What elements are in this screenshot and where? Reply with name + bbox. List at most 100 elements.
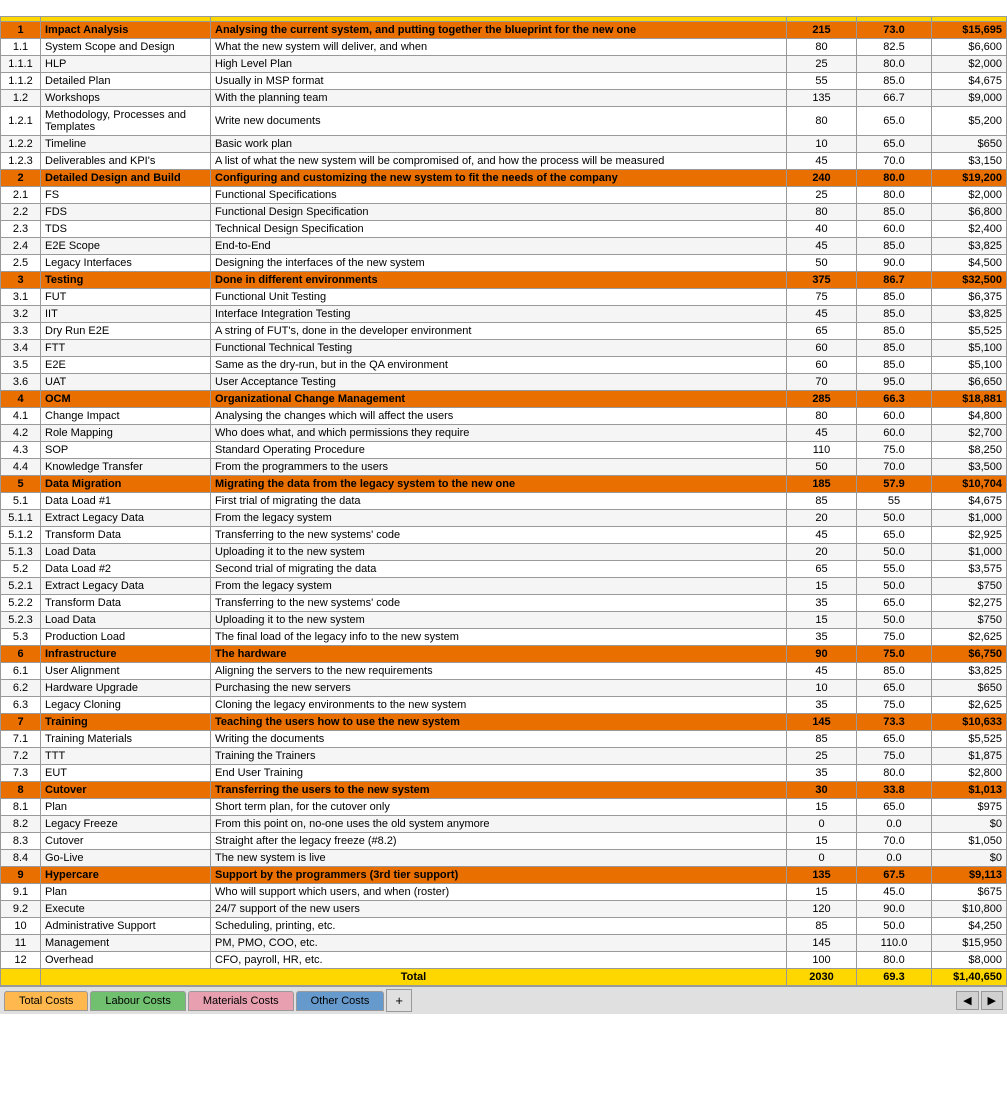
cell-cph: 85.0 (857, 73, 932, 90)
cell-desc: Analysing the changes which will affect … (211, 408, 787, 425)
cell-phase: Dry Run E2E (41, 323, 211, 340)
tab-labour-costs[interactable]: Labour Costs (90, 991, 185, 1011)
cell-hours: 70 (787, 374, 857, 391)
cell-desc: Functional Unit Testing (211, 289, 787, 306)
cell-desc: The hardware (211, 646, 787, 663)
cell-wbs: 7.1 (1, 731, 41, 748)
cell-cph: 60.0 (857, 221, 932, 238)
cell-wbs: 6.1 (1, 663, 41, 680)
tab-nav-right[interactable]: ▶ (981, 991, 1003, 1010)
cell-desc: Transferring to the new systems' code (211, 595, 787, 612)
cell-cph: 65.0 (857, 527, 932, 544)
cell-hours: 40 (787, 221, 857, 238)
cell-cph: 85.0 (857, 204, 932, 221)
cell-hours: 2030 (787, 969, 857, 986)
cell-phase: Legacy Freeze (41, 816, 211, 833)
cell-wbs: 7.3 (1, 765, 41, 782)
tab-nav: ◀ ▶ (956, 991, 1003, 1010)
cell-desc: Configuring and customizing the new syst… (211, 170, 787, 187)
cell-desc: Aligning the servers to the new requirem… (211, 663, 787, 680)
cell-total: $10,800 (932, 901, 1007, 918)
cell-cph: 65.0 (857, 680, 932, 697)
cell-wbs: 3.5 (1, 357, 41, 374)
cell-hours: 135 (787, 867, 857, 884)
cell-hours: 100 (787, 952, 857, 969)
cell-desc: Who will support which users, and when (… (211, 884, 787, 901)
cell-cph: 85.0 (857, 238, 932, 255)
cell-hours: 15 (787, 612, 857, 629)
cell-desc: PM, PMO, COO, etc. (211, 935, 787, 952)
cell-desc: Transferring to the new systems' code (211, 527, 787, 544)
cell-wbs: 1.1.2 (1, 73, 41, 90)
cell-phase: Methodology, Processes and Templates (41, 107, 211, 136)
cell-total: $15,695 (932, 22, 1007, 39)
tab-materials-costs[interactable]: Materials Costs (188, 991, 294, 1011)
cell-cph: 110.0 (857, 935, 932, 952)
tab-total-costs[interactable]: Total Costs (4, 991, 88, 1011)
cell-hours: 50 (787, 255, 857, 272)
cell-total: $6,600 (932, 39, 1007, 56)
cell-phase: Detailed Design and Build (41, 170, 211, 187)
cell-desc: Uploading it to the new system (211, 612, 787, 629)
cell-cph: 50.0 (857, 612, 932, 629)
cell-phase: Hypercare (41, 867, 211, 884)
cell-hours: 80 (787, 107, 857, 136)
cell-cph: 75.0 (857, 748, 932, 765)
cell-wbs: 9.2 (1, 901, 41, 918)
cell-hours: 15 (787, 578, 857, 595)
tab-other-costs[interactable]: Other Costs (296, 991, 385, 1011)
cell-hours: 20 (787, 510, 857, 527)
cell-desc: Uploading it to the new system (211, 544, 787, 561)
cell-wbs: 5.2 (1, 561, 41, 578)
cell-phase: Load Data (41, 612, 211, 629)
cell-hours: 85 (787, 493, 857, 510)
cell-hours: 110 (787, 442, 857, 459)
cell-cph: 0.0 (857, 850, 932, 867)
cell-wbs: 12 (1, 952, 41, 969)
cell-wbs: 4.3 (1, 442, 41, 459)
cell-wbs: 4.4 (1, 459, 41, 476)
cell-cph: 50.0 (857, 918, 932, 935)
cell-phase: Data Load #1 (41, 493, 211, 510)
cell-phase: IIT (41, 306, 211, 323)
cell-desc: Who does what, and which permissions the… (211, 425, 787, 442)
tab-nav-left[interactable]: ◀ (956, 991, 978, 1010)
cell-desc: What the new system will deliver, and wh… (211, 39, 787, 56)
cell-hours: 185 (787, 476, 857, 493)
cell-wbs: 3.4 (1, 340, 41, 357)
cell-total: $5,525 (932, 323, 1007, 340)
cell-total: $6,750 (932, 646, 1007, 663)
tab-add[interactable]: + (386, 989, 412, 1012)
cell-phase: Total (41, 969, 787, 986)
cell-total: $4,500 (932, 255, 1007, 272)
cell-phase: Testing (41, 272, 211, 289)
cell-hours: 90 (787, 646, 857, 663)
cell-desc: Scheduling, printing, etc. (211, 918, 787, 935)
cell-hours: 45 (787, 238, 857, 255)
cell-hours: 10 (787, 680, 857, 697)
cell-wbs: 3.6 (1, 374, 41, 391)
cell-wbs: 4.2 (1, 425, 41, 442)
cell-total: $2,000 (932, 56, 1007, 73)
cell-cph: 0.0 (857, 816, 932, 833)
cell-phase: Cutover (41, 833, 211, 850)
cell-wbs: 6.2 (1, 680, 41, 697)
cell-desc: A string of FUT's, done in the developer… (211, 323, 787, 340)
cell-total: $0 (932, 850, 1007, 867)
cell-phase: TTT (41, 748, 211, 765)
cell-phase: System Scope and Design (41, 39, 211, 56)
cell-hours: 375 (787, 272, 857, 289)
cell-total: $0 (932, 816, 1007, 833)
cell-hours: 75 (787, 289, 857, 306)
cell-desc: Functional Technical Testing (211, 340, 787, 357)
cell-hours: 85 (787, 731, 857, 748)
cell-desc: End User Training (211, 765, 787, 782)
cell-wbs: 8 (1, 782, 41, 799)
cell-cph: 73.3 (857, 714, 932, 731)
cell-cph: 80.0 (857, 170, 932, 187)
cell-phase: Transform Data (41, 595, 211, 612)
cell-phase: Load Data (41, 544, 211, 561)
cell-hours: 60 (787, 357, 857, 374)
cell-phase: FUT (41, 289, 211, 306)
cell-cph: 66.3 (857, 391, 932, 408)
